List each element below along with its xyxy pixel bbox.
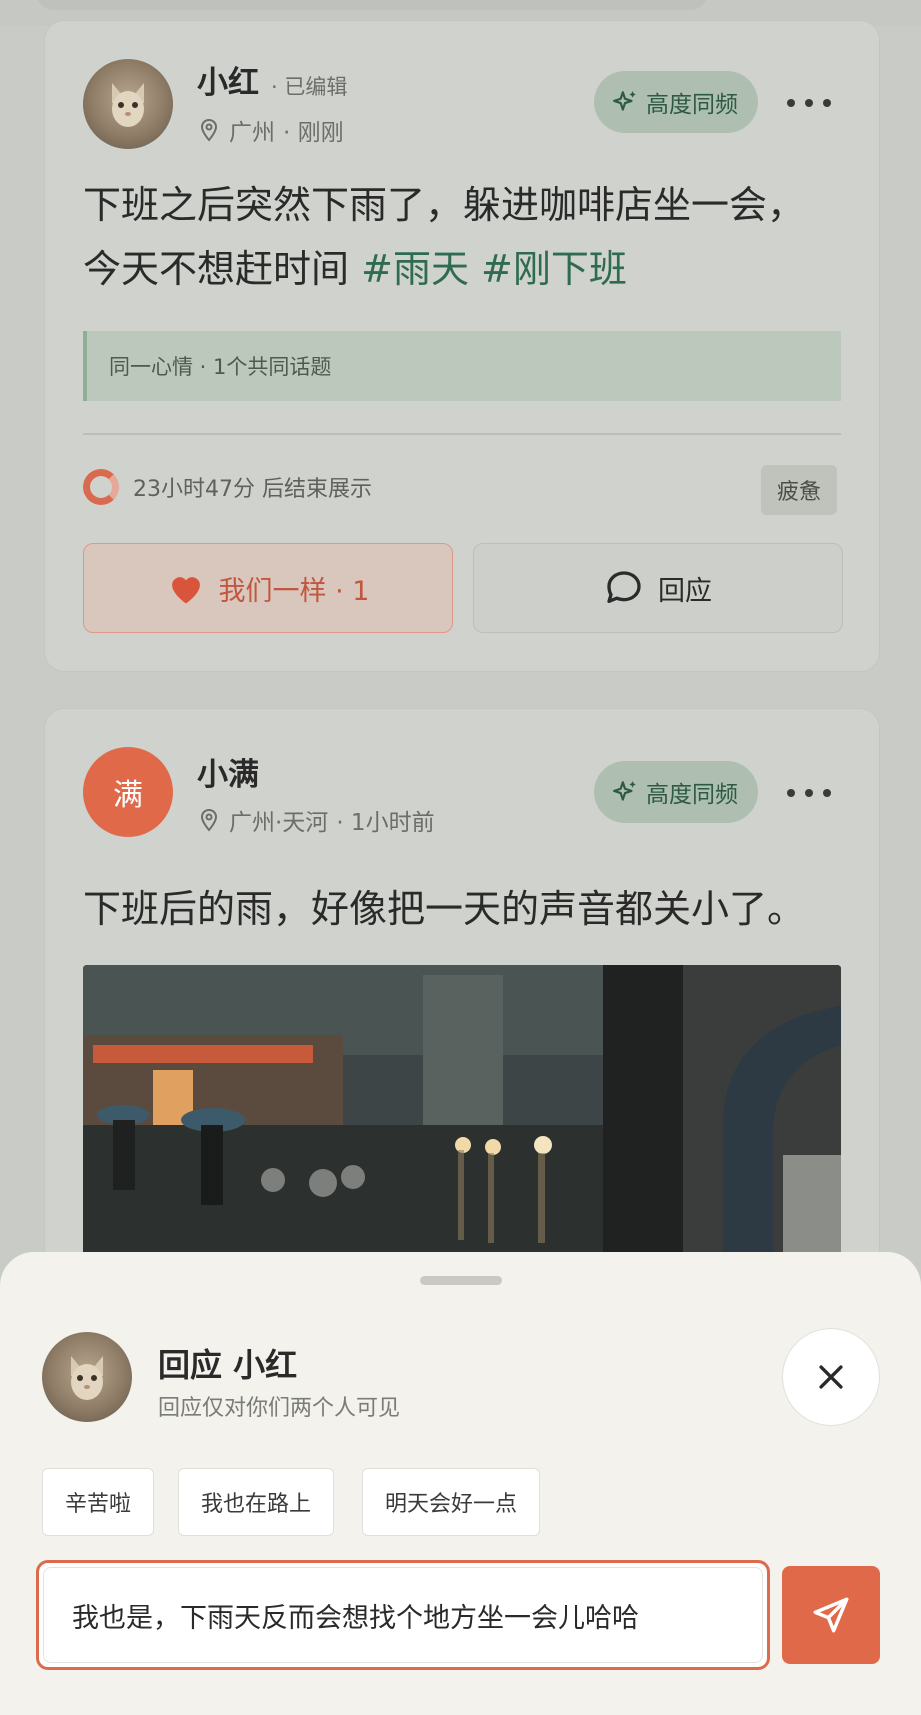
send-button[interactable] bbox=[782, 1566, 880, 1664]
quick-reply-chip[interactable]: 辛苦啦 bbox=[42, 1468, 155, 1536]
hashtag[interactable]: #刚下班 bbox=[481, 247, 627, 291]
sheet-subtitle: 回应仅对你们两个人可见 bbox=[158, 1396, 401, 1421]
time-text: · 1小时前 bbox=[336, 810, 435, 836]
cat-icon bbox=[112, 83, 144, 127]
hashtag[interactable]: #雨天 bbox=[361, 247, 469, 291]
author-name[interactable]: 小满 bbox=[197, 749, 259, 794]
sync-badge-label: 高度同频 bbox=[646, 92, 738, 118]
reply-input-wrapper bbox=[36, 1560, 770, 1670]
avatar bbox=[42, 1332, 132, 1422]
reply-button-label: 回应 bbox=[658, 575, 712, 607]
comment-icon bbox=[607, 571, 641, 603]
avatar-letter: 满 bbox=[113, 778, 143, 813]
divider bbox=[83, 433, 841, 435]
sync-badge-label: 高度同频 bbox=[646, 782, 738, 808]
avatar[interactable] bbox=[83, 59, 173, 149]
author-name[interactable]: 小红 bbox=[197, 57, 259, 102]
shared-context-bar: 同一心情 · 1个共同话题 bbox=[83, 331, 841, 401]
post-card: 满 小满 广州·天河 · 1小时前 高度同频 下班后的雨，好像把一天的声音都关小… bbox=[44, 708, 880, 1268]
rainy-street-photo bbox=[83, 965, 841, 1265]
sparkle-icon bbox=[613, 781, 636, 801]
time-text: · 刚刚 bbox=[283, 120, 344, 146]
edited-label: · 已编辑 bbox=[271, 75, 348, 99]
post-photo[interactable] bbox=[83, 965, 841, 1265]
close-button[interactable] bbox=[782, 1328, 880, 1426]
post-card: 小红 · 已编辑 广州 · 刚刚 高度同频 下班之后突然下雨了，躲进咖啡店坐一会… bbox=[44, 20, 880, 672]
reply-button[interactable]: 回应 bbox=[473, 543, 843, 633]
reply-input[interactable] bbox=[43, 1567, 763, 1663]
post-meta: 广州 · 刚刚 bbox=[197, 113, 344, 147]
sheet-drag-handle[interactable] bbox=[420, 1276, 502, 1285]
location-text: 广州·天河 bbox=[229, 810, 329, 836]
more-options-button[interactable] bbox=[787, 783, 831, 803]
same-button[interactable]: 我们一样 · 1 bbox=[83, 543, 453, 633]
timer-ring-icon bbox=[83, 469, 119, 505]
avatar[interactable]: 满 bbox=[83, 747, 173, 837]
location-icon bbox=[200, 808, 218, 832]
mood-tag: 疲惫 bbox=[761, 465, 838, 515]
more-options-button[interactable] bbox=[787, 93, 831, 113]
reply-sheet: 回应 小红 回应仅对你们两个人可见 辛苦啦 我也在路上 明天会好一点 bbox=[0, 1252, 921, 1715]
cat-icon bbox=[71, 1356, 103, 1400]
post-text: 下班后的雨，好像把一天的声音都关小了。 bbox=[83, 887, 806, 931]
sheet-title: 回应 小红 bbox=[158, 1346, 298, 1384]
close-icon bbox=[819, 1365, 843, 1389]
heart-icon bbox=[171, 577, 200, 604]
sync-badge[interactable]: 高度同频 bbox=[594, 761, 758, 823]
quick-reply-chip[interactable]: 明天会好一点 bbox=[362, 1468, 541, 1536]
countdown: 23小时47分 后结束展示 bbox=[83, 469, 372, 505]
send-icon bbox=[813, 1597, 849, 1633]
search-bar[interactable] bbox=[36, 0, 708, 10]
sparkle-icon bbox=[613, 91, 636, 111]
quick-reply-chip[interactable]: 我也在路上 bbox=[178, 1468, 335, 1536]
post-text: 下班之后突然下雨了，躲进咖啡店坐一会，今天不想赶时间 #雨天 #刚下班 bbox=[83, 173, 841, 301]
same-button-label: 我们一样 · 1 bbox=[218, 575, 370, 607]
location-icon bbox=[200, 118, 218, 142]
post-meta: 广州·天河 · 1小时前 bbox=[197, 803, 435, 837]
sync-badge[interactable]: 高度同频 bbox=[594, 71, 758, 133]
location-text: 广州 bbox=[229, 120, 275, 146]
countdown-text: 23小时47分 后结束展示 bbox=[133, 477, 372, 502]
